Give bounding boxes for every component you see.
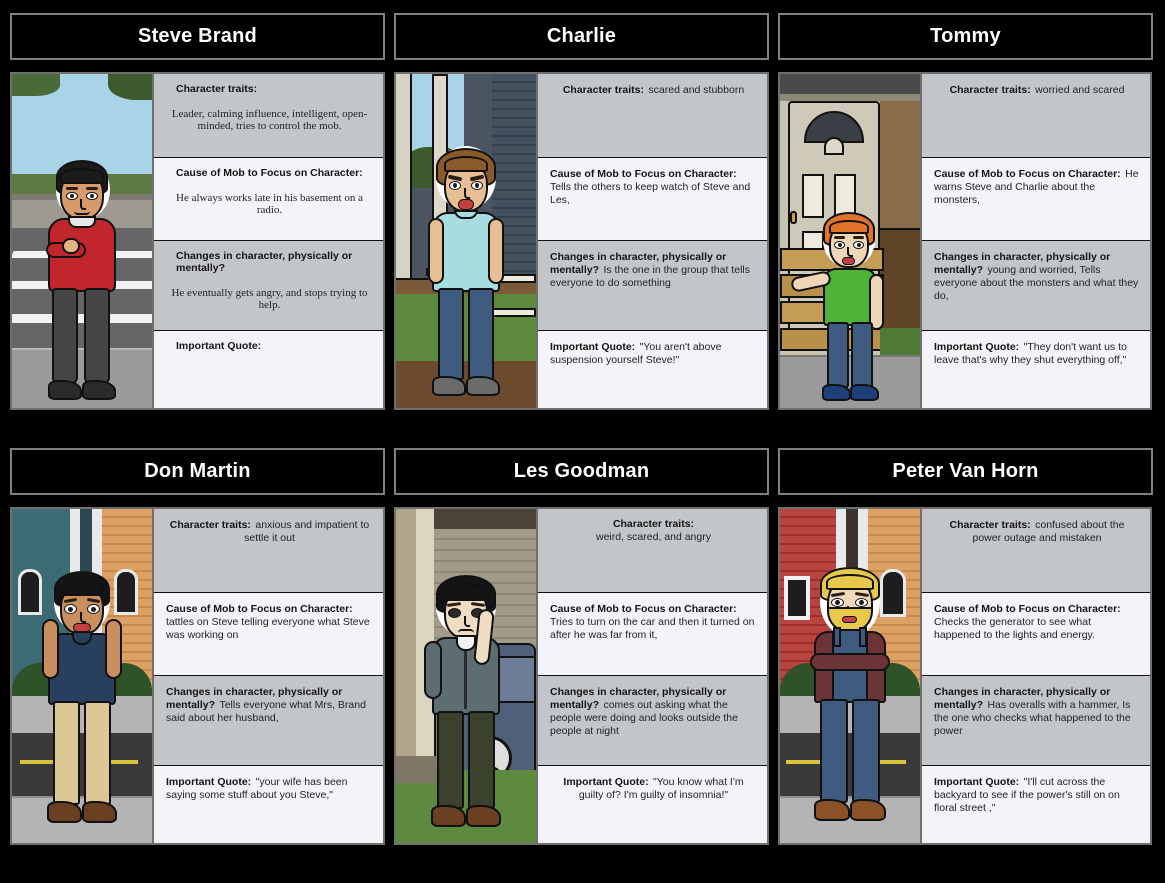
value-character-traits: worried and scared (1035, 84, 1125, 96)
label-important-quote: Important Quote: (563, 776, 649, 788)
cell-character-traits[interactable]: Character traits: anxious and impatient … (154, 509, 383, 593)
label-important-quote: Important Quote: (176, 340, 262, 352)
cell-cause-of-mob[interactable]: Cause of Mob to Focus on Character: Trie… (538, 593, 767, 676)
cell-character-traits[interactable]: Character traits: confused about the pow… (922, 509, 1150, 593)
cell-changes-in-character[interactable]: Changes in character, physically or ment… (538, 241, 767, 331)
label-character-traits: Character traits: (949, 519, 1031, 531)
cell-important-quote[interactable]: Important Quote: "your wife has been say… (154, 766, 383, 843)
value-cause-of-mob: tattles on Steve telling everyone what S… (166, 616, 370, 641)
card-body: Character traits: scared and stubborn Ca… (394, 72, 769, 410)
scene-illustration-tommy (780, 74, 922, 408)
value-cause-of-mob: Checks the generator to see what happene… (934, 616, 1095, 641)
label-character-traits: Character traits: (176, 83, 258, 95)
cell-cause-of-mob[interactable]: Cause of Mob to Focus on Character: Tell… (538, 158, 767, 241)
cell-changes-in-character[interactable]: Changes in character, physically or ment… (922, 676, 1150, 766)
label-character-traits: Character traits: (562, 84, 644, 96)
card-title-plate: Don Martin (10, 448, 385, 495)
label-character-traits: Character traits: (169, 519, 251, 531)
card-body: Character traits: worried and scared Cau… (778, 72, 1152, 410)
value-changes-in-character: He eventually gets angry, and stops tryi… (171, 287, 368, 311)
panel-title: Tommy (930, 25, 1001, 47)
cell-changes-in-character[interactable]: Changes in character, physically or ment… (538, 676, 767, 766)
cells: Character traits: confused about the pow… (922, 509, 1150, 843)
label-cause-of-mob: Cause of Mob to Focus on Character: (934, 603, 1121, 615)
character-peter-van-horn (800, 567, 900, 843)
storyboard-card-les-goodman[interactable]: Les Goodman Character traits: weird, sca… (394, 435, 769, 845)
card-title-plate: Les Goodman (394, 448, 769, 495)
cells: Character traits: anxious and impatient … (154, 509, 383, 843)
label-important-quote: Important Quote: (934, 341, 1020, 353)
value-character-traits: anxious and impatient to settle it out (244, 519, 370, 544)
scene-illustration-peter-van-horn (780, 509, 922, 843)
storyboard-row-2: Don Martin Character traits: anxious and… (0, 435, 1165, 845)
card-title-plate: Charlie (394, 13, 769, 60)
storyboard-card-steve-brand[interactable]: Steve Brand Character traits: Leader, ca… (10, 0, 385, 410)
card-body: Character traits: Leader, calming influe… (10, 72, 385, 410)
character-les-goodman (418, 575, 514, 843)
scene-illustration-steve-brand (12, 74, 154, 408)
label-important-quote: Important Quote: (166, 776, 252, 788)
label-cause-of-mob: Cause of Mob to Focus on Character: (176, 167, 363, 179)
character-charlie (418, 146, 514, 408)
storyboard-card-peter-van-horn[interactable]: Peter Van Horn Character traits: confuse… (778, 435, 1153, 845)
cell-character-traits[interactable]: Character traits: weird, scared, and ang… (538, 509, 767, 593)
cell-cause-of-mob[interactable]: Cause of Mob to Focus on Character: He a… (154, 158, 383, 241)
label-changes-in-character: Changes in character, physically or ment… (176, 250, 353, 274)
panel-title: Les Goodman (513, 460, 650, 482)
cells: Character traits: scared and stubborn Ca… (538, 74, 767, 408)
cell-changes-in-character[interactable]: Changes in character, physically or ment… (154, 241, 383, 331)
storyboard-card-charlie[interactable]: Charlie Character traits: scared and stu… (394, 0, 769, 410)
panel-title: Steve Brand (138, 25, 257, 47)
scene-illustration-charlie (396, 74, 538, 408)
cell-important-quote[interactable]: Important Quote: "You know what I'm guil… (538, 766, 767, 843)
cells: Character traits: weird, scared, and ang… (538, 509, 767, 843)
value-cause-of-mob: Tries to turn on the car and then it tur… (550, 616, 755, 641)
label-cause-of-mob: Cause of Mob to Focus on Character: (550, 168, 737, 180)
value-character-traits: Leader, calming influence, intelligent, … (171, 108, 368, 132)
cell-important-quote[interactable]: Important Quote: "They don't want us to … (922, 331, 1150, 408)
label-cause-of-mob: Cause of Mob to Focus on Character: (934, 168, 1121, 180)
cell-important-quote[interactable]: Important Quote: (154, 331, 383, 408)
cell-changes-in-character[interactable]: Changes in character, physically or ment… (922, 241, 1150, 331)
cell-cause-of-mob[interactable]: Cause of Mob to Focus on Character: He w… (922, 158, 1150, 241)
label-important-quote: Important Quote: (550, 341, 636, 353)
value-character-traits: weird, scared, and angry (596, 531, 711, 543)
label-important-quote: Important Quote: (934, 776, 1020, 788)
card-title-plate: Tommy (778, 13, 1153, 60)
card-body: Character traits: anxious and impatient … (10, 507, 385, 845)
storyboard-card-don-martin[interactable]: Don Martin Character traits: anxious and… (10, 435, 385, 845)
panel-title: Peter Van Horn (892, 460, 1039, 482)
character-don-martin (34, 571, 130, 843)
storyboard-row-1: Steve Brand Character traits: Leader, ca… (0, 0, 1165, 410)
panel-title: Charlie (546, 25, 617, 47)
cell-cause-of-mob[interactable]: Cause of Mob to Focus on Character: Chec… (922, 593, 1150, 676)
storyboard-card-tommy[interactable]: Tommy Character traits: worried and scar… (778, 0, 1153, 410)
card-body: Character traits: confused about the pow… (778, 507, 1152, 845)
storyboard: Steve Brand Character traits: Leader, ca… (0, 0, 1165, 883)
value-cause-of-mob: He always works late in his basement on … (176, 192, 363, 216)
cells: Character traits: worried and scared Cau… (922, 74, 1150, 408)
cell-important-quote[interactable]: Important Quote: "You aren't above suspe… (538, 331, 767, 408)
label-cause-of-mob: Cause of Mob to Focus on Character: (166, 603, 353, 615)
character-tommy (789, 212, 893, 408)
cell-character-traits[interactable]: Character traits: scared and stubborn (538, 74, 767, 158)
cells: Character traits: Leader, calming influe… (154, 74, 383, 408)
card-body: Character traits: weird, scared, and ang… (394, 507, 769, 845)
character-steve-brand (34, 158, 130, 408)
cell-important-quote[interactable]: Important Quote: "I'll cut across the ba… (922, 766, 1150, 843)
label-character-traits: Character traits: (612, 518, 695, 530)
cell-character-traits[interactable]: Character traits: worried and scared (922, 74, 1150, 158)
card-title-plate: Steve Brand (10, 13, 385, 60)
value-cause-of-mob: Tells the others to keep watch of Steve … (550, 181, 751, 206)
card-title-plate: Peter Van Horn (778, 448, 1153, 495)
value-character-traits: scared and stubborn (648, 84, 745, 96)
label-character-traits: Character traits: (949, 84, 1031, 96)
cell-cause-of-mob[interactable]: Cause of Mob to Focus on Character: tatt… (154, 593, 383, 676)
panel-title: Don Martin (144, 460, 251, 482)
cell-character-traits[interactable]: Character traits: Leader, calming influe… (154, 74, 383, 158)
label-cause-of-mob: Cause of Mob to Focus on Character: (550, 603, 737, 615)
cell-changes-in-character[interactable]: Changes in character, physically or ment… (154, 676, 383, 766)
scene-illustration-don-martin (12, 509, 154, 843)
scene-illustration-les-goodman (396, 509, 538, 843)
